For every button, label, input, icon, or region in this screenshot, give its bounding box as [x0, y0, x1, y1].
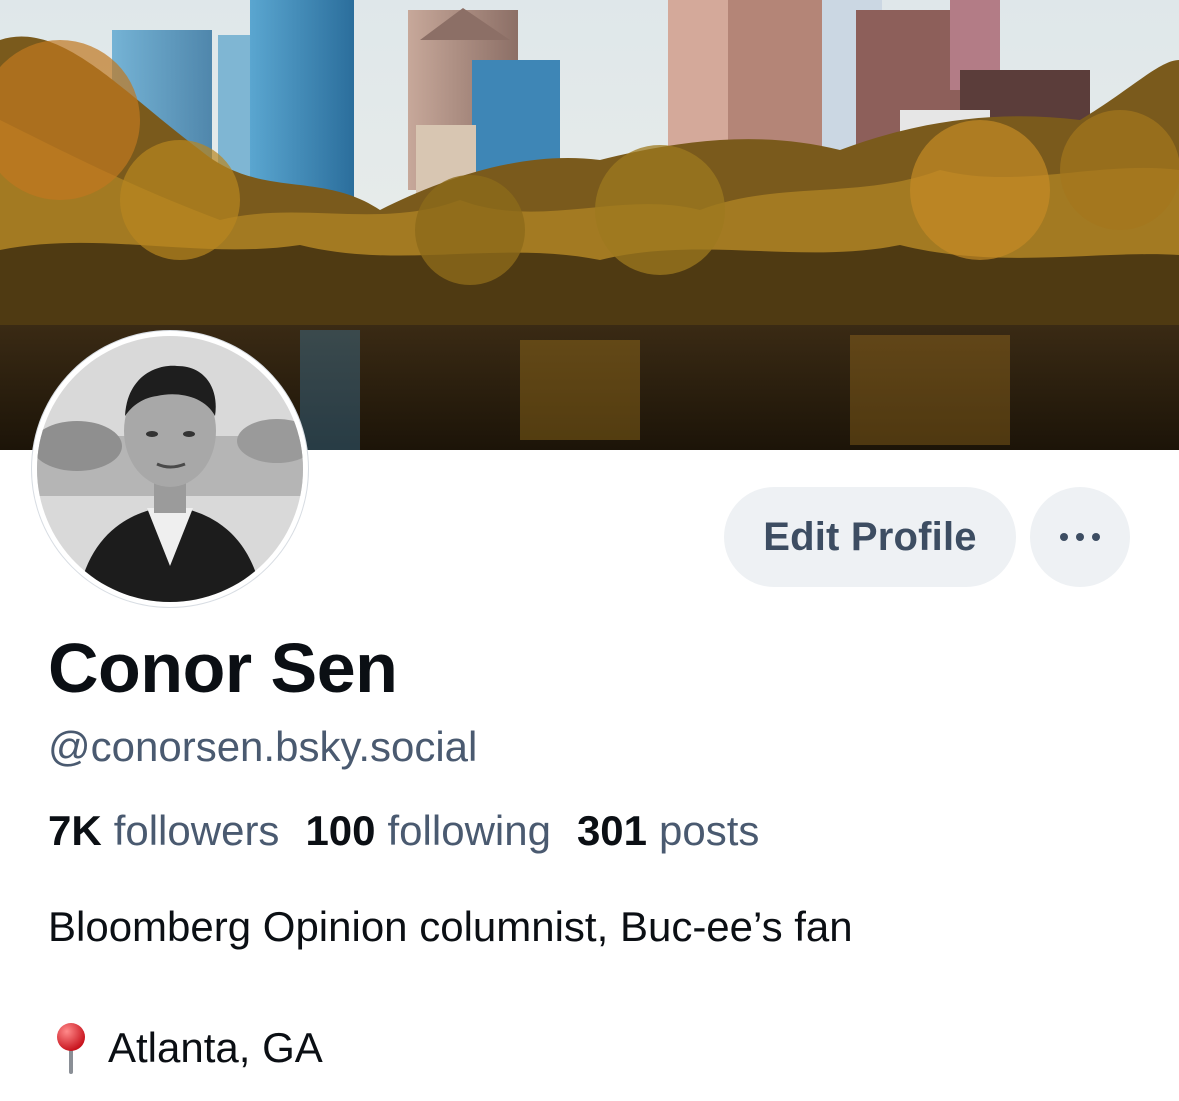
posts-count: 301: [576, 807, 648, 854]
edit-profile-button[interactable]: Edit Profile: [724, 487, 1016, 587]
followers-label: followers: [113, 807, 280, 854]
following-label: following: [387, 807, 551, 854]
display-name: Conor Sen: [48, 629, 398, 707]
posts-stat: 301 posts: [577, 806, 759, 856]
profile-handle: @conorsen.bsky.social: [48, 723, 478, 770]
avatar[interactable]: [32, 331, 308, 607]
posts-label: posts: [659, 807, 760, 854]
edit-profile-label: Edit Profile: [763, 514, 977, 559]
more-options-button[interactable]: [1030, 487, 1130, 587]
profile-location: Atlanta, GA: [48, 1022, 323, 1074]
following-count: 100: [305, 807, 376, 854]
location-text: Atlanta, GA: [108, 1024, 323, 1071]
round-pushpin-icon: [57, 1023, 85, 1074]
profile-stats: 7K followers 100 following 301 posts: [48, 806, 759, 856]
avatar-image: [37, 336, 303, 602]
following-link[interactable]: 100 following: [305, 806, 551, 856]
ellipsis-icon: [1060, 533, 1100, 541]
followers-link[interactable]: 7K followers: [48, 806, 279, 856]
profile-bio: Bloomberg Opinion columnist, Buc-ee’s fa…: [48, 903, 853, 950]
followers-count: 7K: [48, 807, 102, 854]
